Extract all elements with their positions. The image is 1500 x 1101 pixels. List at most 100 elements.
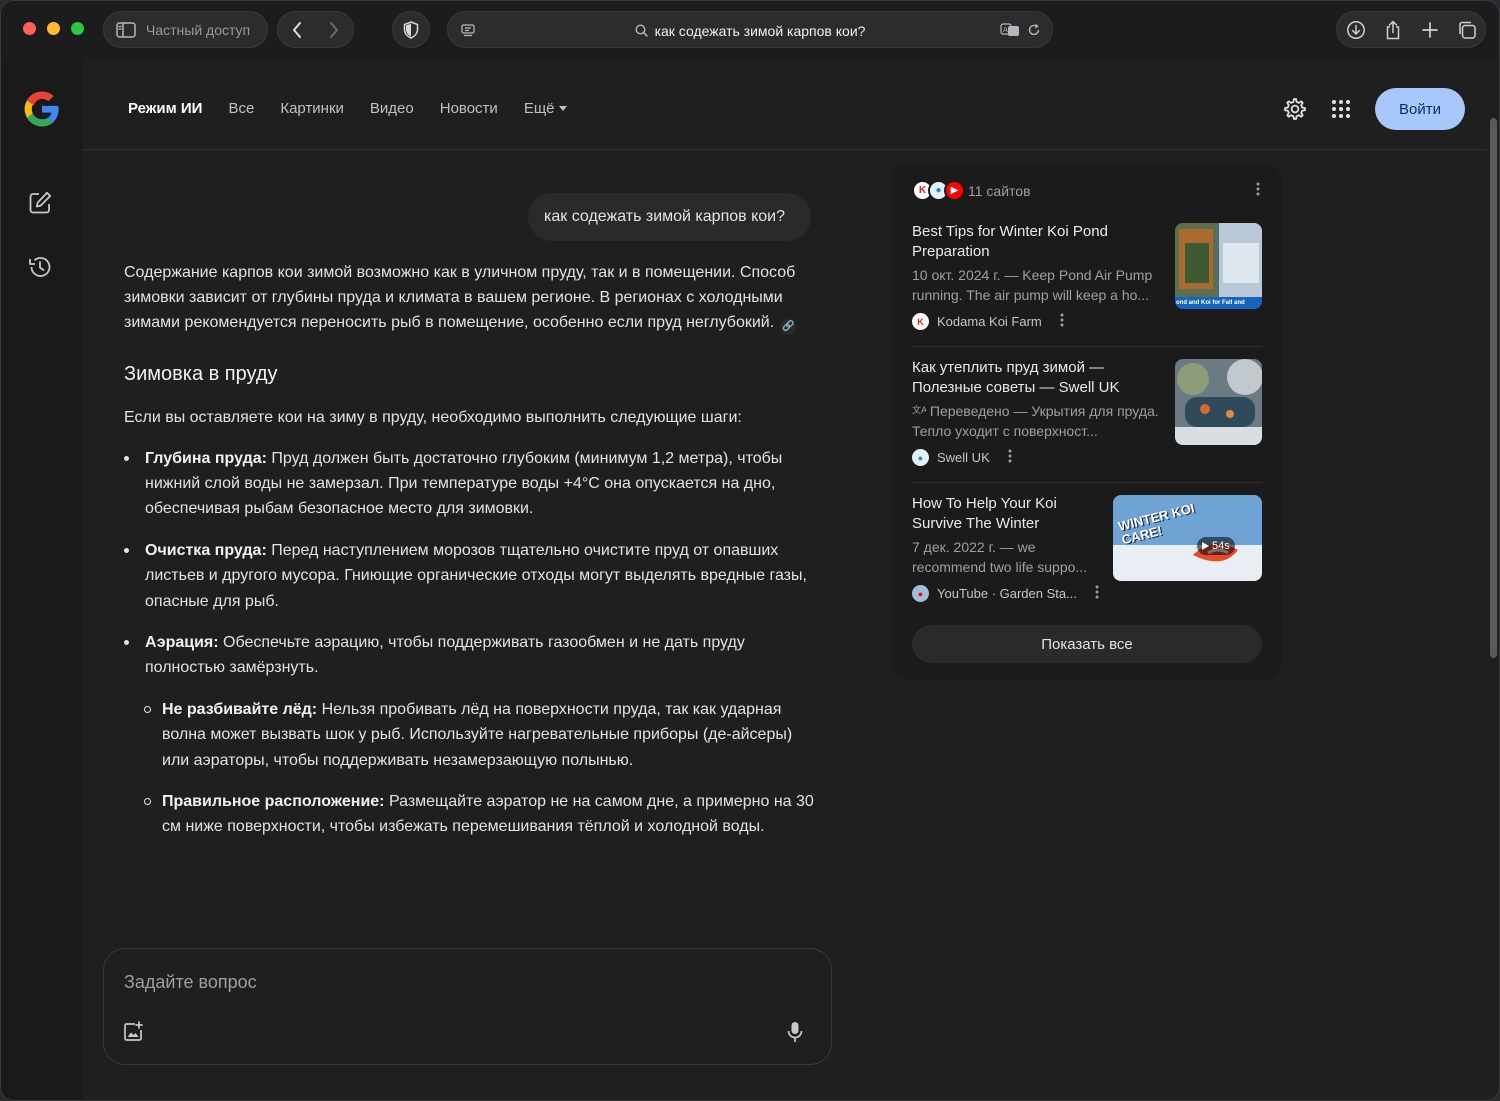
list-item: Очистка пруда: Перед наступлением морозо… <box>124 538 814 614</box>
address-bar[interactable]: как содежать зимой карпов кои? A <box>447 11 1053 48</box>
private-browsing-label: Частный доступ <box>146 21 251 38</box>
google-logo[interactable] <box>23 90 61 128</box>
share-icon[interactable] <box>1383 19 1403 40</box>
source-snippet: 文A Переведено — Укрытия для пруда. Тепло… <box>912 402 1164 441</box>
search-header: Режим ИИ Все Картинки Видео Новости Ещё … <box>83 58 1487 150</box>
source-site-name: Kodama Koi Farm <box>937 314 1042 329</box>
toolbar-actions <box>1336 11 1486 48</box>
tab-all[interactable]: Все <box>228 100 254 117</box>
more-vert-icon[interactable] <box>1095 585 1099 602</box>
list-item: Глубина пруда: Пруд должен быть достаточ… <box>124 446 814 522</box>
reload-icon[interactable] <box>1026 22 1042 38</box>
video-thumbnail[interactable]: WINTER KOI CARE! 54s <box>1113 495 1262 581</box>
answer-lead: Если вы оставляете кои на зиму в пруду, … <box>124 408 742 426</box>
youtube-favicon: ▶ <box>944 180 965 201</box>
tab-overview-icon[interactable] <box>1457 20 1477 40</box>
forward-icon[interactable] <box>324 20 344 40</box>
list-item-text: Обеспечьте аэрацию, чтобы поддерживать г… <box>145 634 745 677</box>
address-actions: A <box>1000 22 1042 38</box>
source-site-name: YouTube · Garden Sta... <box>937 586 1077 601</box>
source-site: ● YouTube · Garden Sta... <box>912 585 1262 602</box>
source-card-kodama[interactable]: Best Tips for Winter Koi Pond Preparatio… <box>912 222 1262 330</box>
source-site: K Kodama Koi Farm <box>912 313 1262 330</box>
sidebar-icon <box>116 20 136 40</box>
play-icon <box>1202 542 1209 550</box>
close-window-button[interactable] <box>23 22 36 35</box>
browser-toolbar: Частный доступ как содежать зимой карпов… <box>1 1 1499 58</box>
video-duration-badge: 54s <box>1197 537 1235 555</box>
more-vert-icon[interactable] <box>1060 313 1064 330</box>
new-chat-icon[interactable] <box>27 190 55 218</box>
private-browsing-button[interactable]: Частный доступ <box>103 11 268 48</box>
apps-grid-icon[interactable] <box>1331 99 1351 119</box>
add-image-icon[interactable] <box>122 1021 146 1045</box>
divider <box>912 482 1262 483</box>
tab-images[interactable]: Картинки <box>280 100 344 117</box>
source-snippet: 10 окт. 2024 г. — Keep Pond Air Pump run… <box>912 267 1153 303</box>
source-snippet: 7 дек. 2022 г. — we recommend two life s… <box>912 539 1088 575</box>
source-site: ● Swell UK <box>912 449 1262 466</box>
ask-input[interactable] <box>124 969 724 995</box>
browser-window: Частный доступ как содежать зимой карпов… <box>0 0 1500 1101</box>
list-item: Аэрация: Обеспечьте аэрацию, чтобы подде… <box>124 630 814 680</box>
list-item-title: Аэрация: <box>145 634 219 652</box>
translate-icon: 文A <box>912 403 930 419</box>
sign-in-button[interactable]: Войти <box>1375 88 1465 130</box>
source-favicons: K ● ▶ <box>912 180 965 201</box>
source-title: Как утеплить пруд зимой — Полезные совет… <box>912 359 1120 396</box>
tab-more-label: Ещё <box>523 100 555 117</box>
translate-icon[interactable]: A <box>1000 22 1020 38</box>
list-item-title: Не разбивайте лёд: <box>162 701 318 719</box>
tab-videos[interactable]: Видео <box>370 100 414 117</box>
shield-icon <box>401 20 421 40</box>
minimize-window-button[interactable] <box>47 22 60 35</box>
tab-more[interactable]: Ещё <box>524 100 567 117</box>
source-title: Best Tips for Winter Koi Pond Preparatio… <box>912 223 1108 260</box>
caret-down-icon <box>558 106 567 111</box>
privacy-report-button[interactable] <box>392 11 430 48</box>
search-tabs: Режим ИИ Все Картинки Видео Новости Ещё <box>128 100 567 117</box>
video-duration: 54s <box>1212 540 1230 552</box>
settings-gear-icon[interactable] <box>1283 97 1307 121</box>
address-text: как содежать зимой карпов кои? <box>654 22 866 39</box>
sub-list-item: Не разбивайте лёд: Нельзя пробивать лёд … <box>124 697 814 773</box>
show-all-button[interactable]: Показать все <box>912 625 1262 663</box>
left-sidebar <box>1 58 83 1100</box>
user-query-bubble: как содежать зимой карпов кои? <box>528 193 811 241</box>
list-item-title: Очистка пруда: <box>145 542 267 560</box>
search-icon <box>635 24 649 38</box>
channel-avatar: ● <box>912 585 929 602</box>
sources-count: 11 сайтов <box>968 182 1031 199</box>
source-site-name: Swell UK <box>937 450 990 465</box>
source-snippet-text: Переведено — Укрытия для пруда. Тепло ух… <box>912 403 1159 439</box>
more-vert-icon[interactable] <box>1008 449 1012 466</box>
svg-text:文A: 文A <box>912 404 926 416</box>
answer-intro: Содержание карпов кои зимой возможно как… <box>124 260 814 336</box>
swell-favicon: ● <box>912 449 929 466</box>
new-tab-icon[interactable] <box>1420 20 1440 40</box>
divider <box>912 346 1262 347</box>
link-icon[interactable]: 🔗 <box>780 319 797 335</box>
source-card-youtube[interactable]: How To Help Your Koi Survive The Winter … <box>912 494 1262 602</box>
list-item-title: Глубина пруда: <box>145 450 267 468</box>
more-vert-icon[interactable] <box>1256 182 1260 201</box>
page-scrollbar[interactable] <box>1490 118 1497 658</box>
header-actions: Войти <box>1283 88 1465 130</box>
address-text-container: как содежать зимой карпов кои? <box>448 12 1052 49</box>
source-card-swell[interactable]: Как утеплить пруд зимой — Полезные совет… <box>912 358 1262 466</box>
history-icon[interactable] <box>27 254 55 282</box>
navigation-buttons <box>277 11 354 48</box>
answer-heading: Зимовка в пруду <box>124 362 278 385</box>
thumbnail-caption: ond and Koi for Fall and <box>1176 300 1245 306</box>
tab-news[interactable]: Новости <box>440 100 498 117</box>
sources-header[interactable]: K ● ▶ 11 сайтов <box>912 180 1031 201</box>
sub-list-item: Правильное расположение: Размещайте аэра… <box>124 789 814 839</box>
tab-ai-mode[interactable]: Режим ИИ <box>128 100 202 117</box>
source-thumbnail <box>1175 359 1262 445</box>
answer-steps: Глубина пруда: Пруд должен быть достаточ… <box>124 446 814 840</box>
back-icon[interactable] <box>287 20 307 40</box>
microphone-icon[interactable] <box>787 1021 809 1045</box>
zoom-window-button[interactable] <box>71 22 84 35</box>
download-icon[interactable] <box>1346 20 1366 40</box>
source-title: How To Help Your Koi Survive The Winter <box>912 495 1057 532</box>
